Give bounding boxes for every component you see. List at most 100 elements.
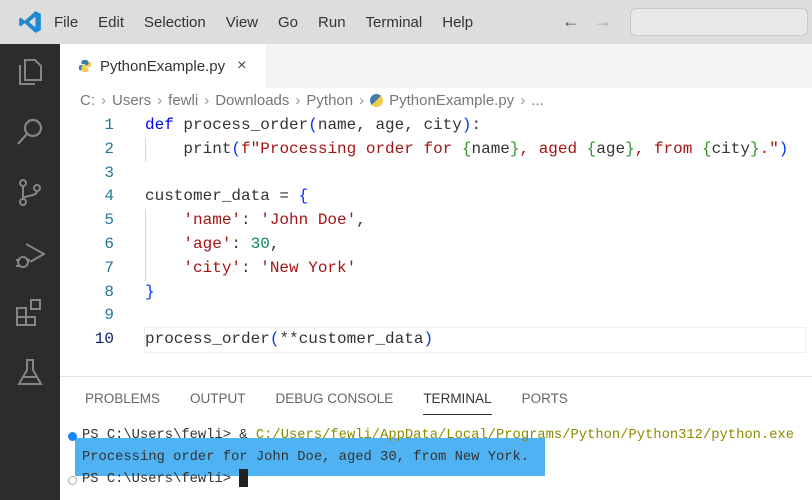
code-token: { — [298, 187, 309, 206]
testing-flask-icon[interactable] — [14, 356, 46, 388]
code-token: name — [471, 139, 510, 158]
bottom-panel: PROBLEMS OUTPUT DEBUG CONSOLE TERMINAL PORTS… — [60, 376, 812, 500]
menu-item-run[interactable]: Run — [318, 14, 346, 31]
menu-item-go[interactable]: Go — [278, 14, 298, 31]
menu-bar: File Edit Selection View Go Run Terminal Help — [54, 14, 493, 31]
editor-tabs: PythonExample.py × — [60, 44, 812, 88]
tab-python-example[interactable]: PythonExample.py × — [60, 44, 266, 88]
code-token: ) — [423, 330, 434, 349]
explorer-icon[interactable] — [14, 56, 46, 88]
line-number: 4 — [104, 187, 114, 206]
code-token: ( — [231, 139, 242, 158]
code-editor[interactable]: 1 def process_order(name, age, city): 2 pr… — [60, 114, 812, 353]
line-number: 5 — [104, 211, 114, 230]
forward-arrow-icon[interactable]: → — [594, 11, 612, 32]
chevron-right-icon: › — [359, 92, 365, 109]
chevron-right-icon: › — [520, 92, 526, 109]
line-number: 10 — [94, 330, 114, 349]
terminal-prompt: PS C:\Users\fewli> & — [82, 428, 256, 443]
line-number: 3 — [104, 163, 114, 182]
line-number: 7 — [104, 258, 114, 277]
code-text: 'age': 30, — [145, 233, 279, 257]
panel-tab-terminal[interactable]: TERMINAL — [423, 391, 492, 415]
terminal-command: C:/Users/fewli/AppData/Local/Programs/Py… — [255, 428, 795, 443]
code-text: process_order(**customer_data) — [144, 327, 806, 353]
panel-tab-ports[interactable]: PORTS — [522, 391, 568, 415]
command-center-search[interactable] — [630, 8, 808, 36]
code-line: 7 'city': 'New York' — [60, 256, 812, 281]
breadcrumb-item[interactable]: Downloads — [215, 92, 289, 109]
code-token: ) — [778, 139, 789, 158]
menu-item-file[interactable]: File — [54, 14, 78, 31]
line-number: 1 — [104, 116, 114, 134]
search-icon[interactable] — [14, 116, 46, 148]
code-line: 6 'age': 30, — [60, 232, 812, 257]
breadcrumb-item[interactable]: Python — [306, 92, 353, 109]
menu-item-help[interactable]: Help — [442, 14, 473, 31]
code-text: 'city': 'New York' — [145, 257, 356, 281]
breadcrumb-item[interactable]: Users — [112, 92, 151, 109]
code-token: def — [145, 116, 184, 134]
code-line: 9 — [60, 304, 812, 328]
code-token: ( — [269, 330, 280, 349]
menu-item-edit[interactable]: Edit — [98, 14, 124, 31]
code-token: customer_data = — [145, 187, 299, 206]
code-token: , from — [634, 139, 702, 158]
code-token: { — [586, 139, 597, 158]
terminal-output: Processing order for John Doe, aged 30, … — [82, 450, 530, 465]
code-token: } — [749, 139, 760, 158]
code-text: print(f"Processing order for {name}, age… — [145, 138, 788, 162]
line-number: 2 — [104, 139, 114, 158]
code-token: ." — [759, 139, 779, 158]
code-token: process_order — [145, 330, 270, 349]
code-line: 10 process_order(**customer_data) — [60, 327, 812, 353]
menu-item-terminal[interactable]: Terminal — [366, 14, 423, 31]
code-token: print — [145, 139, 232, 158]
code-text: def process_order(name, age, city): — [145, 114, 481, 138]
menu-item-selection[interactable]: Selection — [144, 14, 206, 31]
line-number: 8 — [104, 282, 114, 301]
code-token: : — [471, 116, 482, 134]
source-control-icon[interactable] — [14, 176, 46, 208]
run-debug-icon[interactable] — [14, 238, 46, 270]
code-token: } — [145, 282, 155, 301]
terminal-cursor — [239, 469, 249, 488]
breadcrumb-item[interactable]: PythonExample.py — [389, 92, 514, 109]
code-token: 'New York' — [260, 258, 357, 277]
code-line: 5 'name': 'John Doe', — [60, 209, 812, 233]
code-token: 'age' — [183, 234, 232, 253]
code-token: } — [509, 139, 520, 158]
extensions-icon[interactable] — [14, 296, 46, 328]
close-tab-icon[interactable]: × — [237, 57, 246, 75]
panel-tab-debug-console[interactable]: DEBUG CONSOLE — [276, 391, 394, 415]
breadcrumb-item[interactable]: fewli — [168, 92, 198, 109]
panel-tab-problems[interactable]: PROBLEMS — [85, 391, 160, 415]
command-success-dot-icon — [68, 432, 77, 441]
code-line: 3 — [60, 162, 812, 186]
breadcrumb-item[interactable]: ... — [531, 92, 544, 109]
breadcrumb: C: › Users › fewli › Downloads › Python › PythonEx… — [80, 92, 544, 109]
code-text: } — [145, 281, 155, 305]
terminal[interactable]: PS C:\Users\fewli> & C:/Users/fewli/AppD… — [60, 425, 812, 491]
code-token: process_order — [183, 116, 309, 134]
back-arrow-icon[interactable]: ← — [562, 11, 580, 32]
activity-bar — [0, 44, 60, 500]
code-line: 1 def process_order(name, age, city): — [60, 114, 812, 138]
panel-tab-output[interactable]: OUTPUT — [190, 391, 246, 415]
menu-item-view[interactable]: View — [226, 14, 258, 31]
python-file-icon — [370, 94, 384, 107]
code-text: 'name': 'John Doe', — [145, 209, 365, 233]
breadcrumb-item[interactable]: C: — [80, 92, 95, 109]
code-token: } — [625, 139, 635, 158]
vscode-logo-icon — [0, 0, 60, 44]
code-token: city — [711, 139, 750, 158]
chevron-right-icon: › — [157, 92, 163, 109]
title-bar: File Edit Selection View Go Run Terminal Help ←… — [0, 0, 812, 44]
code-token: , — [269, 234, 280, 253]
tab-label: PythonExample.py — [100, 57, 226, 75]
code-token: 30 — [250, 234, 270, 253]
code-token: : — [231, 234, 251, 253]
code-line: 4 customer_data = { — [60, 185, 812, 209]
command-empty-dot-icon — [68, 476, 77, 485]
